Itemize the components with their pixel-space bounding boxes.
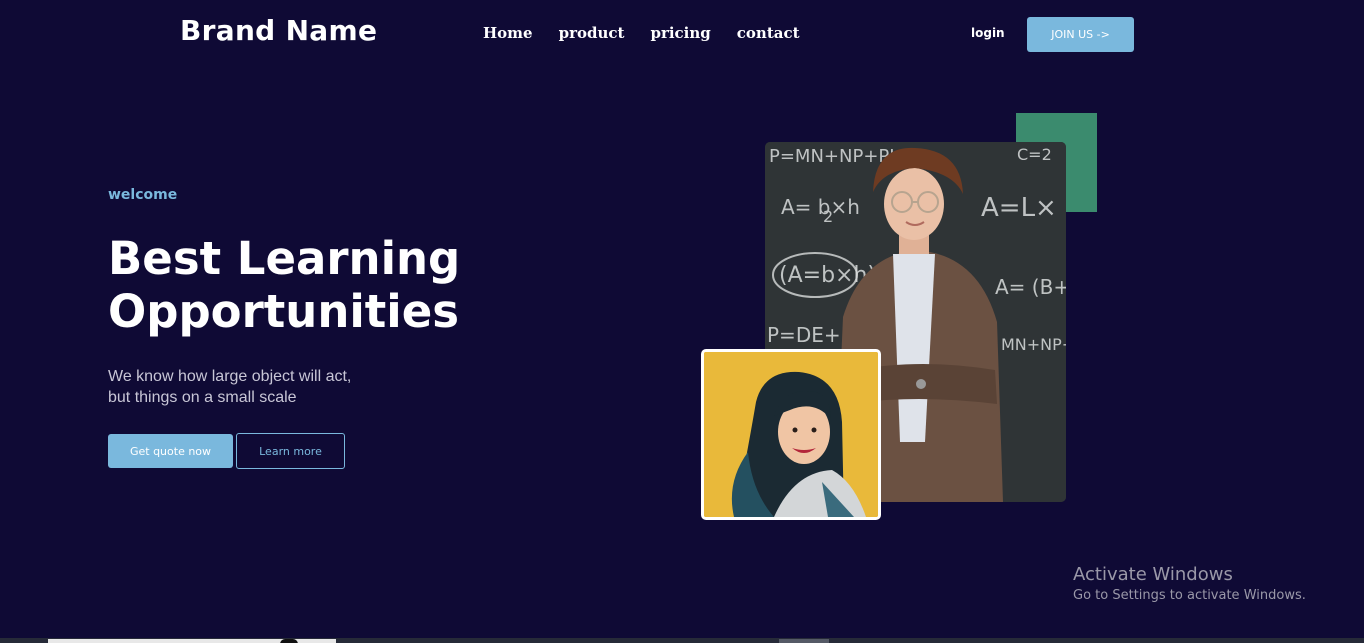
watermark-title: Activate Windows	[1073, 564, 1233, 585]
learn-more-button[interactable]: Learn more	[236, 433, 345, 469]
main-nav: Home product pricing contact	[483, 24, 826, 42]
bottom-edge-strip	[0, 638, 1364, 643]
hero-title-line2: Opportunities	[108, 285, 460, 338]
student-photo	[701, 349, 881, 520]
hero-title: Best Learning Opportunities	[108, 232, 528, 338]
windows-activation-watermark: Activate Windows Go to Settings to activ…	[1073, 564, 1306, 603]
chalk-text: P=DE+	[767, 323, 841, 347]
nav-item-contact[interactable]: contact	[737, 24, 800, 42]
chalk-text: MN+NP+	[1001, 335, 1066, 354]
nav-item-pricing[interactable]: pricing	[650, 24, 710, 42]
chalk-text: C=2	[1017, 145, 1052, 164]
hero-subtitle: We know how large object will act, but t…	[108, 366, 428, 408]
scroll-indicator	[779, 639, 829, 643]
hero-eyebrow: welcome	[108, 187, 178, 203]
chalk-text: A=L×	[981, 193, 1057, 223]
join-us-button[interactable]: JOIN US ->	[1027, 17, 1134, 52]
watermark-subtitle: Go to Settings to activate Windows.	[1073, 588, 1306, 603]
hero-subtitle-line2: but things on a small scale	[108, 389, 297, 406]
hero-title-line1: Best Learning	[108, 232, 461, 285]
login-link[interactable]: login	[971, 26, 1005, 40]
student-illustration	[704, 352, 878, 517]
nav-item-home[interactable]: Home	[483, 24, 533, 42]
chalk-text: 2	[823, 207, 833, 226]
chalk-text: P=MN+NP+PI	[769, 146, 895, 167]
landing-page: Brand Name Home product pricing contact …	[0, 0, 1364, 643]
decorative-dot	[280, 639, 298, 643]
chalk-text: A= (B+	[995, 275, 1066, 299]
get-quote-button[interactable]: Get quote now	[108, 434, 233, 468]
brand-logo[interactable]: Brand Name	[180, 14, 377, 47]
nav-item-product[interactable]: product	[559, 24, 625, 42]
chalk-text: A= b×h	[781, 195, 860, 219]
hero-subtitle-line1: We know how large object will act,	[108, 368, 352, 385]
